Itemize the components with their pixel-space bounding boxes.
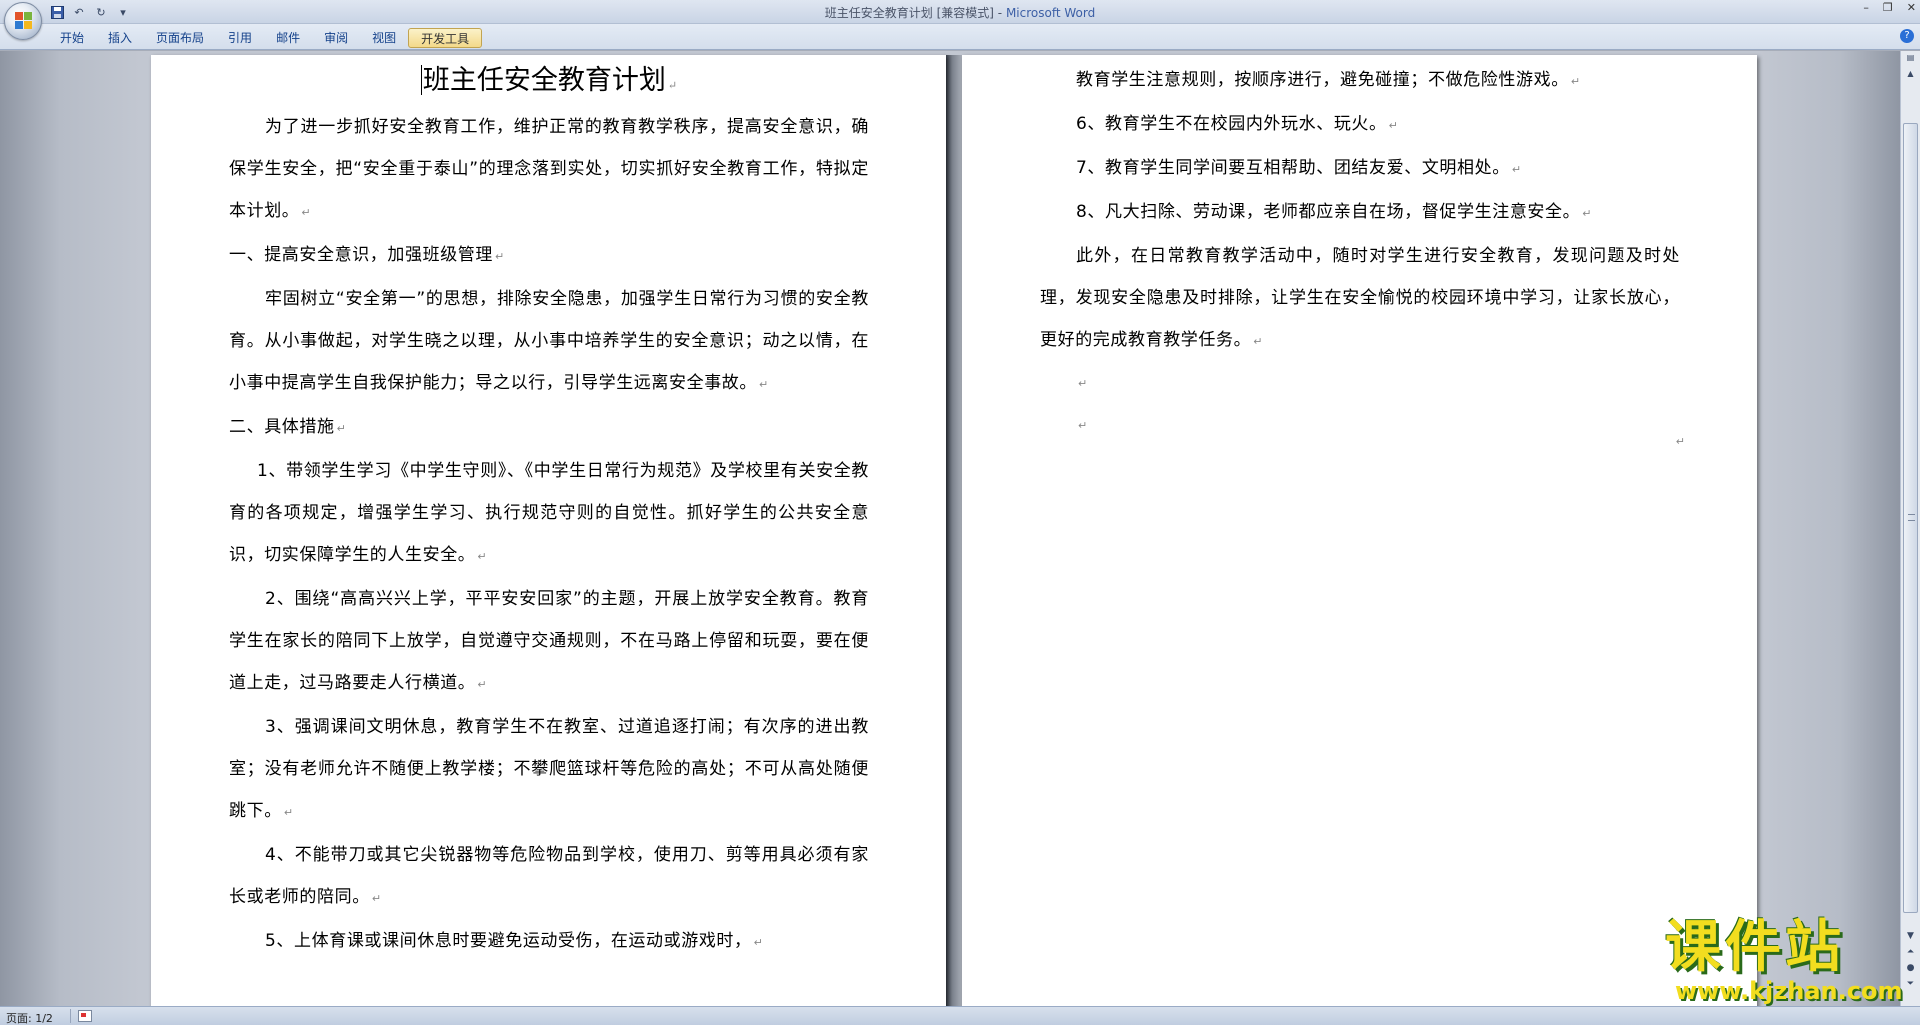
- scroll-up-arrow-icon[interactable]: ▲: [1903, 69, 1918, 83]
- page-1-content: 班主任安全教育计划 ↵ 为了进一步抓好安全教育工作，维护正常的教育教学秩序，提高安…: [229, 55, 869, 964]
- paragraph-mark-icon: ↵: [301, 206, 311, 219]
- window-controls: – ❐ ✕: [1863, 1, 1916, 14]
- paragraph: 牢固树立“安全第一”的思想，排除安全隐患，加强学生日常行为习惯的安全教育。从小事…: [229, 278, 869, 406]
- restore-icon[interactable]: ❐: [1883, 1, 1893, 14]
- tab-page-layout[interactable]: 页面布局: [144, 28, 216, 48]
- paragraph-mark-icon: ↵: [1078, 377, 1088, 390]
- paragraph-mark-icon: ↵: [753, 936, 763, 949]
- page-2[interactable]: 教育学生注意规则，按顺序进行，避免碰撞；不做危险性游戏。 ↵ 6、教育学生不在校园…: [962, 55, 1757, 1006]
- list-item: 教育学生注意规则，按顺序进行，避免碰撞；不做危险性游戏。 ↵: [1040, 59, 1680, 103]
- document-name: 班主任安全教育计划 [兼容模式]: [824, 6, 994, 20]
- text-cursor: [420, 65, 422, 95]
- paragraph-text: 牢固树立“安全第一”的思想，排除安全隐患，加强学生日常行为习惯的安全教育。从小事…: [229, 289, 869, 393]
- list-item-text: 7、教育学生同学间要互相帮助、团结友爱、文明相处。: [1076, 158, 1510, 178]
- paragraph-mark-icon: ↵: [1570, 75, 1581, 88]
- office-button[interactable]: [4, 2, 42, 40]
- tab-home[interactable]: 开始: [48, 28, 96, 48]
- select-browse-object-icon[interactable]: ●: [1904, 963, 1917, 975]
- section-heading: 一、提高安全意识，加强班级管理 ↵: [229, 234, 869, 278]
- tab-review[interactable]: 审阅: [312, 28, 360, 48]
- paragraph-mark-icon: ↵: [667, 79, 678, 92]
- list-item: 4、不能带刀或其它尖锐器物等危险物品到学校，使用刀、剪等用具必须有家长或老师的陪…: [229, 834, 869, 920]
- office-logo-icon: [15, 12, 33, 30]
- page-counter[interactable]: 页面: 1/2: [6, 1010, 53, 1025]
- help-icon[interactable]: ?: [1900, 29, 1914, 43]
- page-2-content: 教育学生注意规则，按顺序进行，避免碰撞；不做危险性游戏。 ↵ 6、教育学生不在校园…: [1040, 59, 1680, 447]
- list-item: 8、凡大扫除、劳动课，老师都应亲自在场，督促学生注意安全。 ↵: [1040, 191, 1680, 235]
- paragraph: 此外，在日常教育教学活动中，随时对学生进行安全教育，发现问题及时处理，发现安全隐…: [1040, 235, 1680, 363]
- empty-paragraph: ↵: [1040, 405, 1680, 447]
- scroll-thumb[interactable]: [1903, 123, 1918, 913]
- macro-record-icon[interactable]: [78, 1010, 92, 1022]
- page-1[interactable]: 班主任安全教育计划 ↵ 为了进一步抓好安全教育工作，维护正常的教育教学秩序，提高安…: [151, 55, 946, 1006]
- paragraph-mark-icon: ↵: [283, 806, 294, 819]
- paragraph-mark-icon: ↵: [759, 378, 769, 391]
- paragraph-mark-icon: ↵: [1511, 163, 1522, 176]
- watermark-url: www.kjzhan.com: [1675, 977, 1903, 1005]
- list-item-text: 2、围绕“高高兴兴上学，平平安安回家”的主题，开展上放学安全教育。教育学生在家长…: [229, 589, 869, 693]
- ribbon: 开始 插入 页面布局 引用 邮件 审阅 视图 开发工具 ?: [0, 24, 1920, 50]
- tab-developer[interactable]: 开发工具: [408, 28, 483, 48]
- minimize-icon[interactable]: –: [1863, 1, 1869, 14]
- list-item: 3、强调课间文明休息，教育学生不在教室、过道追逐打闹；有次序的进出教室；没有老师…: [229, 706, 869, 834]
- list-item-text: 8、凡大扫除、劳动课，老师都应亲自在场，督促学生注意安全。: [1076, 202, 1581, 222]
- list-item-text: 教育学生注意规则，按顺序进行，避免碰撞；不做危险性游戏。: [1076, 70, 1569, 90]
- paragraph-mark-icon: ↵: [1078, 419, 1088, 432]
- paragraph-mark-icon: ↵: [477, 550, 487, 563]
- paragraph-mark-icon: ↵: [477, 678, 487, 691]
- paragraph-mark-icon: ↵: [495, 250, 505, 263]
- previous-page-icon[interactable]: ⏶: [1904, 947, 1917, 959]
- list-item-text: 4、不能带刀或其它尖锐器物等危险物品到学校，使用刀、剪等用具必须有家长或老师的陪…: [229, 845, 869, 907]
- tab-references[interactable]: 引用: [216, 28, 264, 48]
- list-item-text: 1、带领学生学习《中学生守则》、《中学生日常行为规范》及学校里有关安全教育的各项…: [229, 461, 869, 565]
- ribbon-tabs: 开始 插入 页面布局 引用 邮件 审阅 视图 开发工具: [48, 28, 483, 48]
- paragraph-text: 为了进一步抓好安全教育工作，维护正常的教育教学秩序，提高安全意识，确保学生安全，…: [229, 117, 869, 221]
- paragraph-mark-icon: ↵: [1388, 119, 1398, 132]
- window-title: 班主任安全教育计划 [兼容模式] - Microsoft Word: [0, 4, 1920, 21]
- watermark-chinese: 课件站: [1665, 915, 1845, 980]
- list-item: 5、上体育课或课间休息时要避免运动受伤，在运动或游戏时， ↵: [229, 920, 869, 964]
- list-item-text: 5、上体育课或课间休息时要避免运动受伤，在运动或游戏时，: [265, 931, 752, 951]
- document-workspace: 班主任安全教育计划 ↵ 为了进一步抓好安全教育工作，维护正常的教育教学秩序，提高安…: [0, 51, 1900, 1006]
- tab-view[interactable]: 视图: [360, 28, 408, 48]
- paragraph-mark-icon: ↵: [1582, 207, 1592, 220]
- list-item: 6、教育学生不在校园内外玩水、玩火。 ↵: [1040, 103, 1680, 147]
- document-title-text: 班主任安全教育计划: [422, 65, 666, 96]
- tab-mailings[interactable]: 邮件: [264, 28, 312, 48]
- list-item: 7、教育学生同学间要互相帮助、团结友爱、文明相处。 ↵: [1040, 147, 1680, 191]
- status-bar: 页面: 1/2: [0, 1006, 1920, 1025]
- section-heading-text: 二、具体措施: [229, 417, 335, 437]
- close-icon[interactable]: ✕: [1907, 1, 1916, 14]
- ruler-toggle-icon[interactable]: ▤: [1903, 53, 1918, 67]
- empty-paragraph: ↵: [1040, 363, 1680, 405]
- section-heading-text: 一、提高安全意识，加强班级管理: [229, 245, 493, 265]
- paragraph-mark-icon: ↵: [1675, 435, 1685, 448]
- list-item: 1、带领学生学习《中学生守则》、《中学生日常行为规范》及学校里有关安全教育的各项…: [229, 450, 869, 578]
- list-item-text: 6、教育学生不在校园内外玩水、玩火。: [1076, 114, 1387, 134]
- watermark-logo: 课件站 www.kjzhan.com: [1665, 918, 1905, 1008]
- scroll-down-arrow-icon[interactable]: ▼: [1904, 931, 1917, 943]
- next-page-icon[interactable]: ⏷: [1904, 979, 1917, 991]
- title-separator: -: [993, 6, 1006, 20]
- paragraph: 为了进一步抓好安全教育工作，维护正常的教育教学秩序，提高安全意识，确保学生安全，…: [229, 106, 869, 234]
- page-gap: [946, 55, 962, 1006]
- paragraph-text: 此外，在日常教育教学活动中，随时对学生进行安全教育，发现问题及时处理，发现安全隐…: [1040, 246, 1680, 350]
- application-name: Microsoft Word: [1005, 6, 1096, 20]
- title-bar: ↶ ↻ ▾ 班主任安全教育计划 [兼容模式] - Microsoft Word …: [0, 0, 1920, 24]
- paragraph-mark-icon: ↵: [336, 422, 346, 435]
- document-title: 班主任安全教育计划 ↵: [229, 59, 869, 108]
- status-divider: [70, 1009, 71, 1023]
- list-item-text: 3、强调课间文明休息，教育学生不在教室、过道追逐打闹；有次序的进出教室；没有老师…: [229, 717, 869, 821]
- paragraph-mark-icon: ↵: [1253, 335, 1263, 348]
- list-item: 2、围绕“高高兴兴上学，平平安安回家”的主题，开展上放学安全教育。教育学生在家长…: [229, 578, 869, 706]
- vertical-scrollbar[interactable]: ▤ ▲ ▼ ⏶ ● ⏷: [1900, 51, 1920, 1006]
- section-heading: 二、具体措施 ↵: [229, 406, 869, 450]
- paragraph-mark-icon: ↵: [371, 892, 382, 905]
- tab-insert[interactable]: 插入: [96, 28, 144, 48]
- grip-icon: [1908, 514, 1915, 521]
